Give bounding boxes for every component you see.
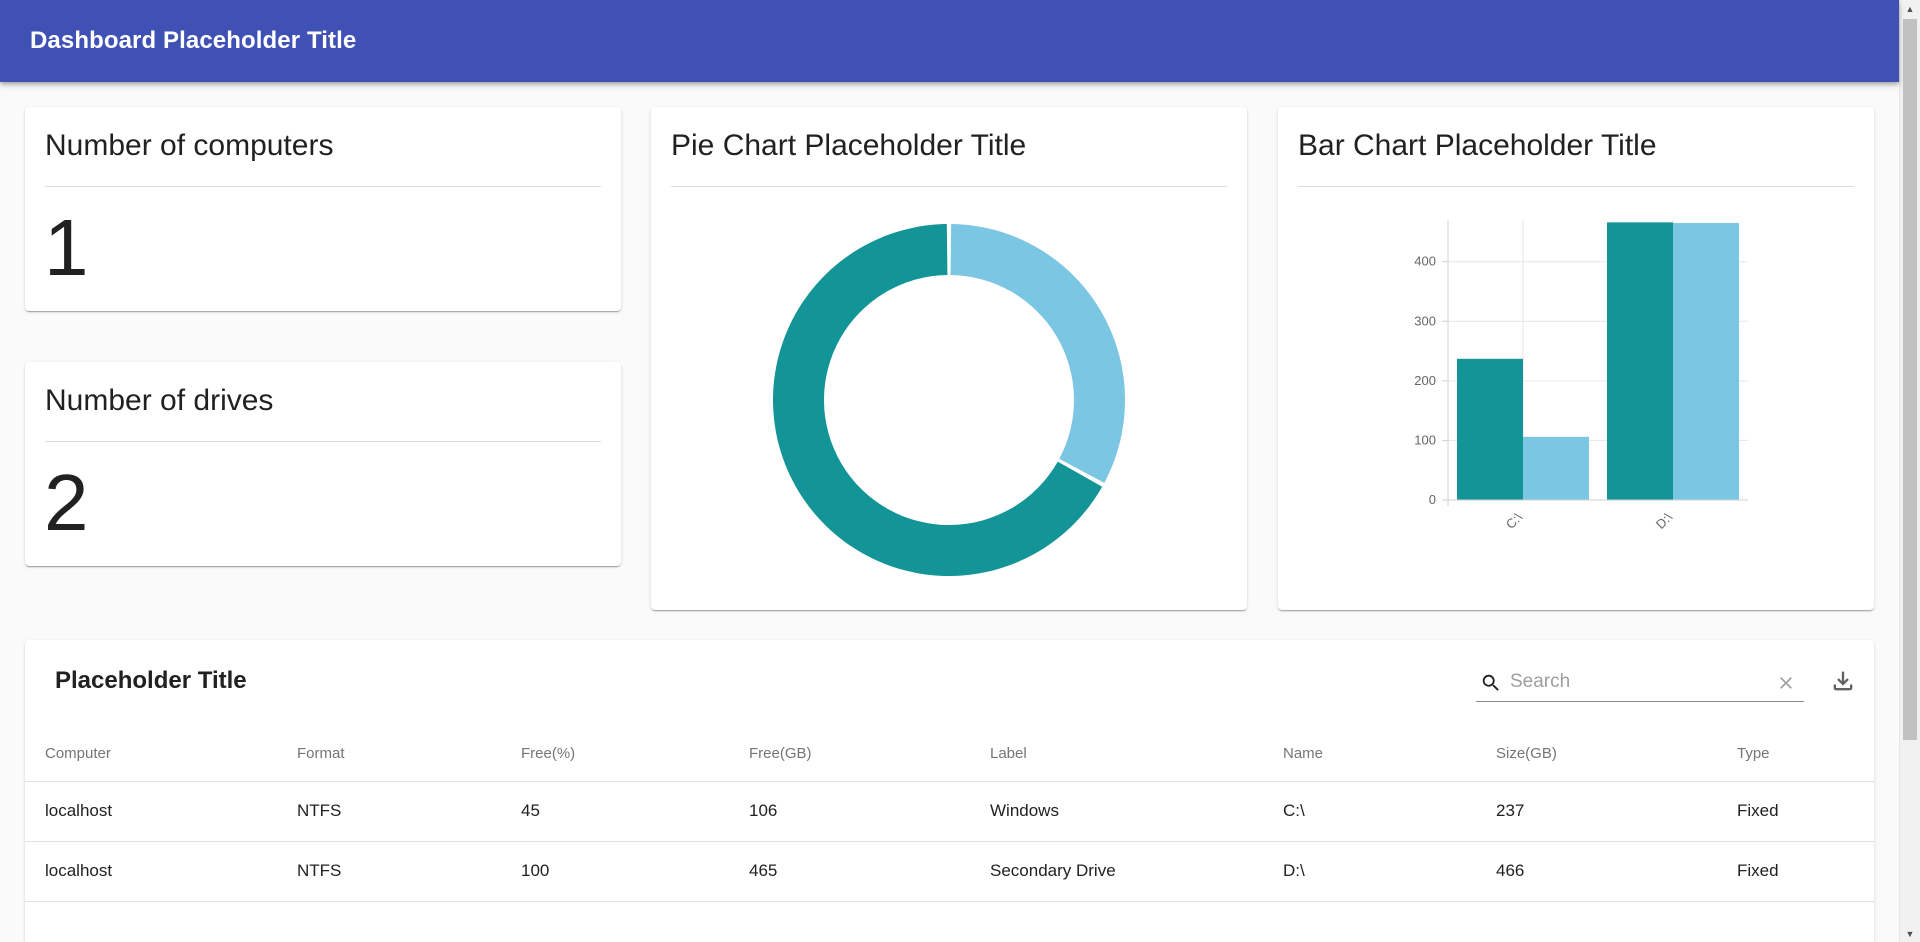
bar-chart: 0 100 200 300 400 C:\ D:\ [1414,220,1748,532]
computers-count: 1 [44,203,89,292]
y-tick-label: 100 [1414,432,1436,447]
card-divider [1298,186,1854,187]
page: Dashboard Placeholder Title Number of co… [0,0,1920,942]
table-cell: NTFS [277,781,501,842]
pie-chart-card: Pie Chart Placeholder Title [651,107,1247,610]
table-header-row: Computer Format Free(%) Free(GB) Label N… [25,726,1874,782]
table-cell: 106 [729,781,970,842]
search-box [1476,664,1804,702]
bar-chart-card: Bar Chart Placeholder Title 0 100 200 300 40… [1278,107,1874,610]
vertical-scrollbar[interactable]: ▲ ▼ [1899,0,1920,942]
column-header[interactable]: Type [1717,726,1874,782]
column-header[interactable]: Label [970,726,1263,782]
card-divider [45,441,601,442]
search-icon [1482,674,1499,691]
y-tick-label: 0 [1429,492,1436,507]
column-header[interactable]: Free(GB) [729,726,970,782]
table-cell: Secondary Drive [970,841,1263,902]
bar-1-0[interactable] [1607,222,1673,500]
app-bar: Dashboard Placeholder Title [0,0,1899,82]
column-header[interactable]: Name [1263,726,1476,782]
table-cell: Fixed [1717,781,1874,842]
y-tick-label: 400 [1414,254,1436,269]
drives-count: 2 [44,458,89,547]
pie-slice-0[interactable] [950,224,1125,483]
computers-card: Number of computers 1 [25,107,621,311]
search-input[interactable] [1510,668,1760,696]
table-cell: Fixed [1717,841,1874,902]
table-cell: 465 [729,841,970,902]
bar-0-0[interactable] [1457,358,1523,500]
download-icon[interactable] [1829,667,1857,695]
drives-card: Number of drives 2 [25,362,621,566]
scroll-down-arrow-icon[interactable]: ▼ [1900,925,1920,942]
close-icon[interactable] [1776,673,1796,693]
table-cell: 466 [1476,841,1717,902]
table-title: Placeholder Title [55,667,247,694]
table-row[interactable]: localhost NTFS 45 106 Windows C:\ 237 Fi… [25,781,1874,842]
bar-0-1[interactable] [1523,436,1589,500]
table-cell: localhost [25,781,277,842]
table-cell: D:\ [1263,841,1476,902]
computers-card-title: Number of computers [45,129,334,162]
table-cell: 237 [1476,781,1717,842]
drives-table: Computer Format Free(%) Free(GB) Label N… [25,726,1874,902]
x-tick-label: C:\ [1503,509,1526,532]
bar-1-1[interactable] [1673,222,1739,500]
card-divider [45,186,601,187]
table-row[interactable]: localhost NTFS 100 465 Secondary Drive D… [25,841,1874,902]
app-title: Dashboard Placeholder Title [30,27,357,54]
drives-card-title: Number of drives [45,384,274,417]
column-header[interactable]: Format [277,726,501,782]
table-cell: 45 [501,781,729,842]
y-tick-label: 300 [1414,313,1436,328]
bar-chart-title: Bar Chart Placeholder Title [1298,129,1657,162]
table-cell: 100 [501,841,729,902]
card-divider [671,186,1227,187]
table-cell: C:\ [1263,781,1476,842]
table-cell: localhost [25,841,277,902]
table-cell: NTFS [277,841,501,902]
column-header[interactable]: Computer [25,726,277,782]
column-header[interactable]: Size(GB) [1476,726,1717,782]
pie-chart-title: Pie Chart Placeholder Title [671,129,1027,162]
x-tick-label: D:\ [1653,509,1676,532]
pie-chart [773,224,1125,577]
scrollbar-thumb[interactable] [1903,19,1917,740]
drives-table-card: Placeholder Title Computer Format Free(%… [25,640,1874,942]
y-tick-label: 200 [1414,373,1436,388]
table-cell: Windows [970,781,1263,842]
column-header[interactable]: Free(%) [501,726,729,782]
scroll-up-arrow-icon[interactable]: ▲ [1900,0,1920,17]
